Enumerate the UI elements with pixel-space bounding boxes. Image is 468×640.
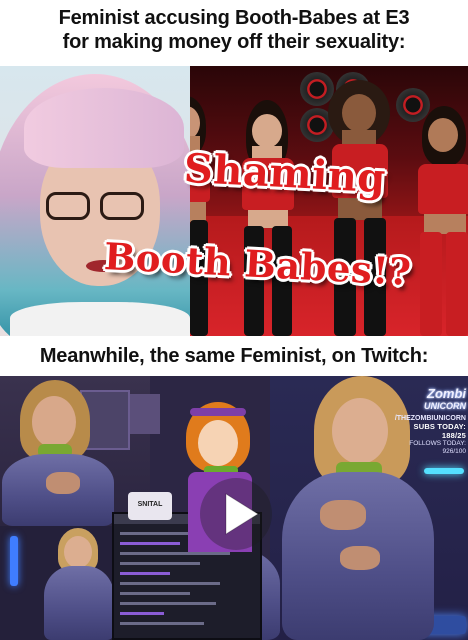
middle-caption: Meanwhile, the same Feminist, on Twitch: xyxy=(39,345,429,367)
channel-handle: /THEZOMBIUNICORN xyxy=(394,415,466,422)
brand-line1: Zombi xyxy=(427,386,466,401)
brand-line2: UNICORN xyxy=(424,401,466,411)
play-button[interactable] xyxy=(200,478,272,550)
top-caption-line2: for making money off their sexuality: xyxy=(62,31,406,53)
follows-counter: FOLLOWS TODAY: 926/100 xyxy=(409,440,466,455)
top-caption: Feminist accusing Booth-Babes at E3 for … xyxy=(0,6,468,64)
poster xyxy=(130,394,160,434)
play-icon xyxy=(225,493,259,535)
twitch-collage-image: SNITAL Zombi UNICORN /THEZOMBIUNICORN SU… xyxy=(0,376,468,640)
body-paint-figure xyxy=(44,566,114,640)
booth-model xyxy=(324,80,396,336)
booth-babes-image: Shaming Booth Babes!? xyxy=(0,66,468,336)
glasses-icon xyxy=(46,192,90,220)
subs-counter: SUBS TODAY: 188/25 xyxy=(413,422,466,440)
booth-model xyxy=(236,100,300,336)
stream-overlay: Zombi UNICORN /THEZOMBIUNICORN SUBS TODA… xyxy=(394,386,466,455)
top-caption-line1: Feminist accusing Booth-Babes at E3 xyxy=(58,7,410,29)
streamer-portrait xyxy=(0,66,190,336)
booth-model xyxy=(414,106,468,336)
